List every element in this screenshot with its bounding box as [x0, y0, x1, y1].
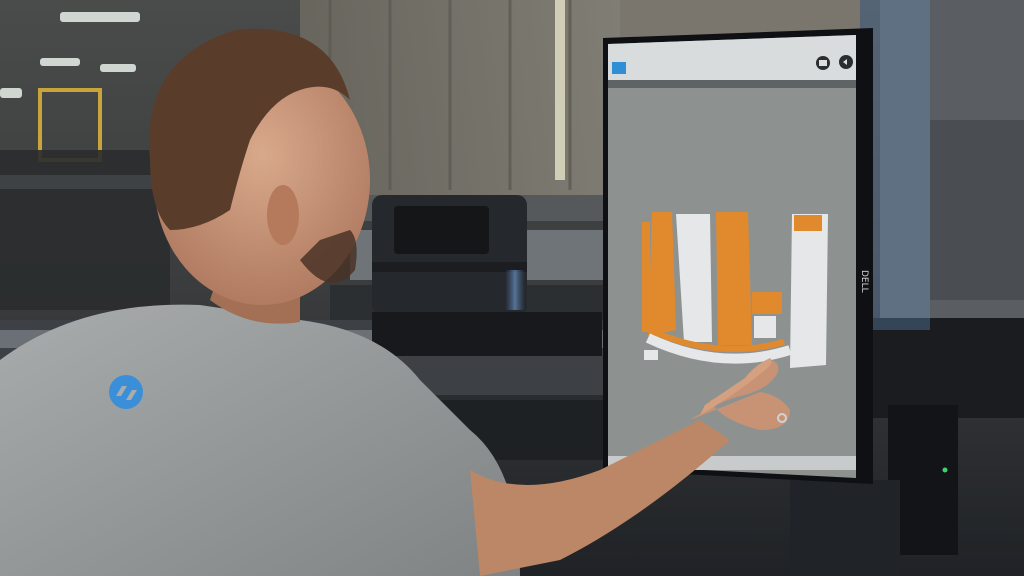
- scene-illustration: DELL: [0, 0, 1024, 576]
- screen-toolbar: [608, 80, 856, 88]
- pattern-piece-orange[interactable]: [648, 212, 676, 336]
- pattern-piece-orange[interactable]: [752, 292, 782, 314]
- pattern-piece-white[interactable]: [754, 316, 776, 338]
- pattern-piece-orange[interactable]: [642, 222, 650, 332]
- bg-machine-rail: [0, 175, 170, 189]
- monitor-mount-box: [860, 318, 1024, 418]
- ear: [267, 185, 299, 245]
- pattern-piece-orange[interactable]: [716, 212, 752, 345]
- pattern-layout: [642, 212, 828, 368]
- app-logo-icon: [612, 62, 626, 74]
- background-machinery: [0, 150, 170, 310]
- pattern-piece-orange[interactable]: [794, 215, 822, 231]
- shirt-logo-icon: [109, 375, 143, 409]
- photo-scene: DELL: [0, 0, 1024, 576]
- right-wall-panel: [930, 120, 1024, 300]
- monitor-stand: [790, 480, 900, 576]
- pc-power-led: [942, 467, 948, 473]
- pattern-piece-white[interactable]: [644, 350, 658, 360]
- light-strip: [555, 0, 565, 180]
- pattern-piece-white[interactable]: [790, 214, 828, 368]
- monitor-brand-label: DELL: [859, 270, 869, 293]
